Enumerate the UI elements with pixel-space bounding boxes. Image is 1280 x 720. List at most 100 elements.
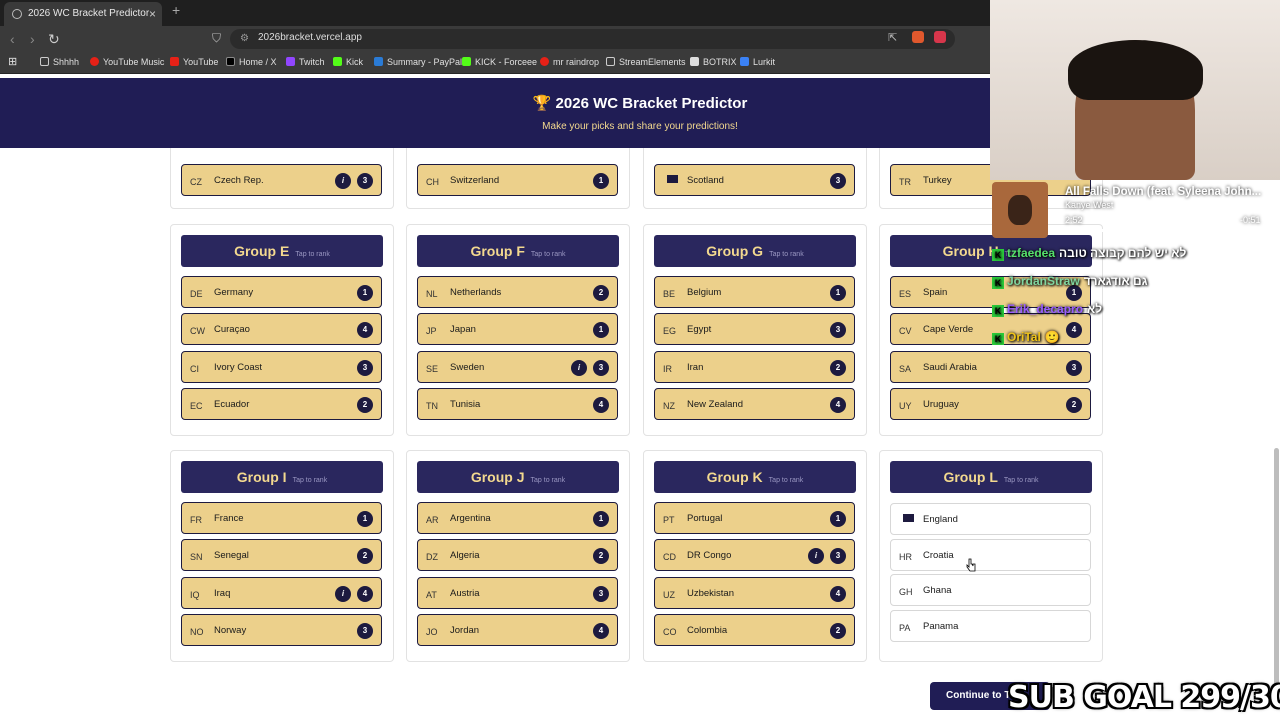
team-name: Austria	[450, 587, 480, 599]
team-name: Cape Verde	[923, 324, 974, 336]
bookmark-item[interactable]: BOTRIX	[690, 57, 737, 67]
rank-badge: 4	[357, 322, 373, 339]
chat-text: גם אודגארד	[1083, 274, 1148, 288]
rank-badge: 2	[593, 548, 609, 565]
team-code: BE	[663, 289, 676, 299]
team-row[interactable]: CD DR Congo i 3	[654, 539, 855, 572]
paypal-icon	[374, 57, 383, 66]
team-code: NZ	[663, 400, 675, 411]
team-row[interactable]: TN Tunisia 4	[417, 387, 618, 420]
team-row[interactable]: SA Saudi Arabia 3	[890, 350, 1091, 383]
team-row[interactable]: JP Japan 1	[417, 313, 618, 346]
chat-text: לא יש להם קבוצה טובה	[1059, 246, 1187, 260]
group-name: Group I	[236, 469, 287, 485]
team-row[interactable]: NO Norway 3	[181, 613, 382, 646]
bookmark-item[interactable]: KICK - Forceee	[462, 57, 537, 67]
team-row[interactable]: AR Argentina 1	[417, 502, 618, 534]
rank-badge: 1	[830, 285, 846, 301]
chat-username: tzfaedea	[1007, 246, 1056, 260]
team-row[interactable]: Scotland 3	[654, 164, 855, 196]
team-row[interactable]: AT Austria 3	[417, 576, 618, 609]
new-tab-icon[interactable]: +	[172, 2, 180, 18]
brave-shield-icon[interactable]	[912, 31, 924, 43]
team-row[interactable]: JO Jordan 4	[417, 613, 618, 646]
back-icon[interactable]: ‹	[10, 31, 15, 47]
team-code: EC	[190, 400, 203, 411]
info-icon[interactable]: i	[335, 173, 351, 189]
team-row[interactable]: NL Netherlands 2	[417, 276, 618, 308]
bookmark-item[interactable]: YouTube	[170, 57, 218, 67]
chat-username: OriTal	[1007, 330, 1041, 344]
group-card-partial: CZ Czech Rep. i 3	[170, 148, 394, 209]
rank-badge: 1	[357, 511, 373, 527]
close-tab-icon[interactable]: ×	[149, 2, 156, 26]
team-row[interactable]: England	[890, 503, 1091, 535]
team-row[interactable]: IQ Iraq i 4	[181, 576, 382, 609]
team-row[interactable]: DE Germany 1	[181, 276, 382, 308]
rank-badge: 3	[593, 585, 609, 602]
bookmark-item[interactable]: YouTube Music	[90, 57, 164, 67]
team-row[interactable]: CH Switzerland 1	[417, 164, 618, 196]
team-row[interactable]: CZ Czech Rep. i 3	[181, 164, 382, 196]
reload-icon[interactable]: ↻	[48, 31, 60, 48]
rank-badge: 4	[593, 622, 609, 639]
info-icon[interactable]: i	[571, 359, 587, 376]
team-name: Norway	[214, 624, 247, 636]
bookmark-item[interactable]: Home / X	[226, 57, 277, 67]
browser-tab[interactable]: 2026 WC Bracket Predictor ×	[4, 2, 162, 26]
kick-icon	[462, 57, 471, 66]
team-row[interactable]: CO Colombia 2	[654, 613, 855, 646]
group-card: Group F Tap to rank NL Netherlands 2 JP Japan 1…	[406, 224, 630, 436]
group-name: Group G	[706, 243, 764, 259]
bookmark-item[interactable]: Kick	[333, 57, 363, 67]
song-progress	[1065, 229, 1265, 232]
team-code: CW	[190, 326, 205, 337]
team-row[interactable]: CW Curaçao 4	[181, 313, 382, 346]
team-row[interactable]: IR Iran 2	[654, 350, 855, 383]
scrollbar[interactable]	[1274, 448, 1279, 708]
rank-badge: 2	[593, 285, 609, 301]
bookmark-item[interactable]: StreamElements	[606, 57, 686, 67]
brave-rewards-icon[interactable]	[934, 31, 946, 43]
site-settings-icon[interactable]: ⚙	[240, 33, 249, 44]
bookmark-item[interactable]: Summary - PayPal	[374, 57, 462, 67]
team-name: France	[214, 513, 244, 524]
team-row[interactable]: PT Portugal 1	[654, 502, 855, 534]
apps-grid-icon[interactable]: ⊞	[8, 55, 17, 68]
forward-icon[interactable]: ›	[30, 31, 35, 47]
team-name: Algeria	[450, 550, 480, 562]
bookmark-item[interactable]: mr raindrop	[540, 57, 599, 67]
bookmark-item[interactable]: Twitch	[286, 57, 325, 67]
team-row[interactable]: BE Belgium 1	[654, 276, 855, 308]
team-row[interactable]: UY Uruguay 2	[890, 387, 1091, 420]
team-row[interactable]: HR Croatia	[890, 538, 1091, 571]
team-row[interactable]: DZ Algeria 2	[417, 539, 618, 572]
rank-badge: 3	[830, 173, 846, 189]
team-code: HR	[899, 551, 912, 562]
team-row[interactable]: NZ New Zealand 4	[654, 387, 855, 420]
team-row[interactable]: GH Ghana	[890, 574, 1091, 606]
team-row[interactable]: FR France 1	[181, 502, 382, 534]
team-row[interactable]: SN Senegal 2	[181, 539, 382, 572]
team-name: Senegal	[214, 550, 249, 562]
team-row[interactable]: PA Panama	[890, 609, 1091, 642]
song-elapsed: 2:52	[1065, 215, 1083, 225]
info-icon[interactable]: i	[335, 585, 351, 602]
info-icon[interactable]: i	[808, 548, 824, 565]
team-row[interactable]: SE Sweden i 3	[417, 350, 618, 383]
team-row[interactable]: EC Ecuador 2	[181, 387, 382, 420]
bookmark-item[interactable]: Shhhh	[40, 57, 79, 67]
rank-badge: 4	[593, 396, 609, 413]
bookmark-item[interactable]: Lurkit	[740, 57, 775, 67]
share-icon[interactable]: ⇱	[888, 31, 900, 44]
song-artist: Kanye West	[1065, 200, 1114, 210]
bookmark-icon[interactable]: ⛉	[212, 31, 221, 46]
team-row[interactable]: CI Ivory Coast 3	[181, 350, 382, 383]
tab-title: 2026 WC Bracket Predictor	[28, 8, 150, 19]
rank-badge: 3	[830, 322, 846, 339]
team-row[interactable]: EG Egypt 3	[654, 313, 855, 346]
kick-icon	[333, 57, 342, 66]
tap-to-rank-hint: Tap to rank	[769, 251, 804, 258]
team-row[interactable]: UZ Uzbekistan 4	[654, 576, 855, 609]
url-field[interactable]: ⚙ 2026bracket.vercel.app	[230, 29, 955, 49]
